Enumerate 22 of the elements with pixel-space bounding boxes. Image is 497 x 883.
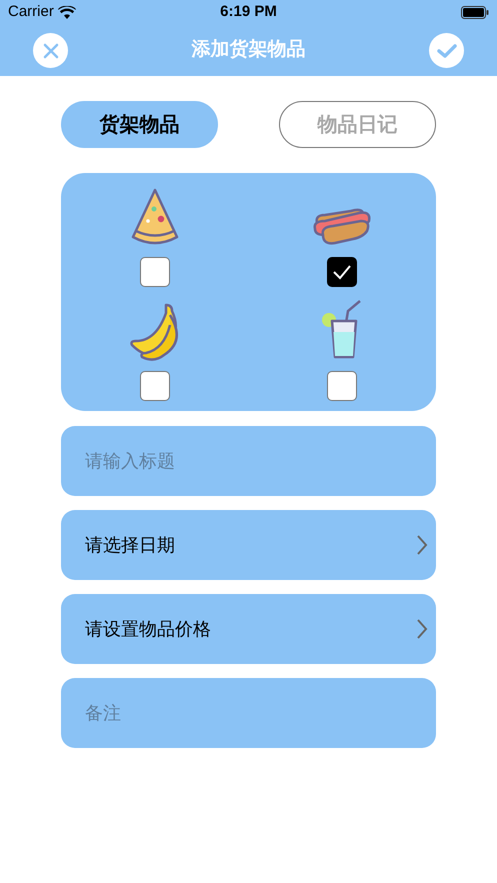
close-icon bbox=[42, 42, 58, 58]
checkbox[interactable] bbox=[327, 371, 358, 401]
checkbox[interactable] bbox=[140, 371, 170, 401]
picker-row[interactable]: 请选择日期 bbox=[61, 510, 436, 580]
carrier-label: Carrier bbox=[8, 2, 54, 22]
picker-label: 请选择日期 bbox=[85, 534, 175, 556]
pizza-slice-icon bbox=[128, 187, 181, 247]
checkmark-icon bbox=[332, 264, 352, 280]
wifi-icon bbox=[58, 6, 76, 19]
checkbox[interactable] bbox=[140, 257, 170, 287]
input-field[interactable]: 备注 bbox=[61, 678, 436, 748]
picker-row[interactable]: 请设置物品价格 bbox=[61, 594, 436, 664]
nav-title: 添加货架物品 bbox=[192, 38, 306, 62]
chevron-right-icon bbox=[416, 618, 428, 640]
checkmark-icon bbox=[436, 42, 456, 58]
battery-icon bbox=[461, 6, 489, 19]
input-field[interactable]: 请输入标题 bbox=[61, 426, 436, 496]
picker-label: 请设置物品价格 bbox=[85, 618, 211, 640]
clock-time: 6:19 PM bbox=[220, 2, 277, 22]
checkbox[interactable] bbox=[327, 257, 358, 287]
segment-tab[interactable]: 货架物品 bbox=[61, 101, 218, 148]
chevron-right-icon bbox=[416, 534, 428, 556]
